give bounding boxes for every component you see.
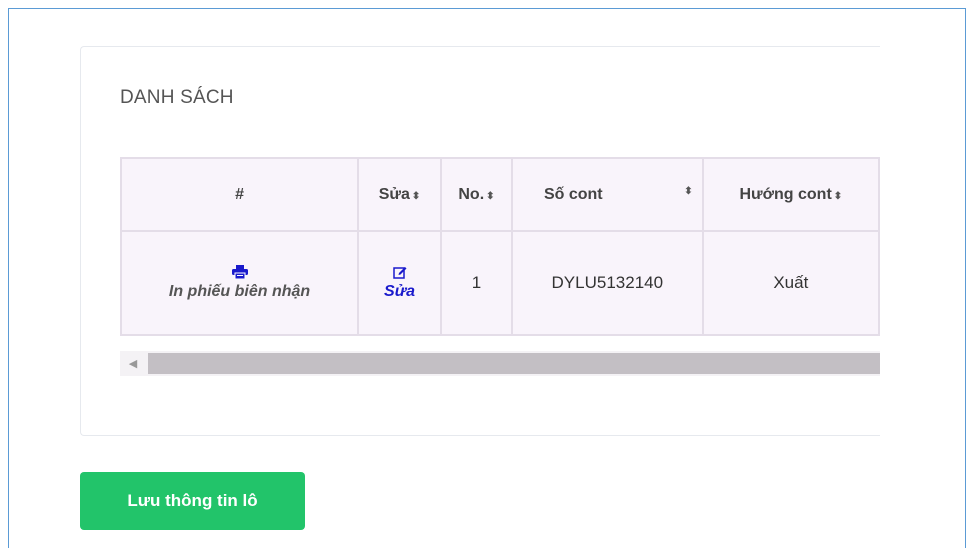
column-header-hash[interactable]: # bbox=[119, 157, 360, 232]
column-header-edit[interactable]: Sửa ⬍ bbox=[357, 157, 442, 232]
list-panel: DANH SÁCH # Sửa ⬍ No. ⬍ Số cont ⬍ Hướng … bbox=[80, 46, 880, 436]
panel-title: DANH SÁCH bbox=[120, 87, 234, 108]
table-row: In phiếu biên nhận Sửa 1 DYLU5132140 Xuấ… bbox=[119, 230, 880, 336]
column-header-label: Sửa bbox=[378, 185, 410, 203]
container-number-cell: DYLU5132140 bbox=[510, 230, 704, 336]
column-header-label: # bbox=[235, 185, 244, 203]
column-header-label: No. bbox=[458, 185, 485, 203]
print-receipt-link[interactable]: In phiếu biên nhận bbox=[123, 265, 356, 301]
column-header-label: Số cont bbox=[543, 185, 603, 203]
sort-icon[interactable]: ⬍ bbox=[684, 186, 692, 204]
print-cell: In phiếu biên nhận bbox=[119, 230, 360, 336]
column-header-container-number[interactable]: Số cont ⬍ bbox=[510, 157, 704, 232]
data-table: # Sửa ⬍ No. ⬍ Số cont ⬍ Hướng cont ⬍ In … bbox=[119, 157, 880, 336]
print-icon[interactable] bbox=[231, 265, 248, 279]
edit-icon[interactable] bbox=[392, 265, 407, 279]
column-header-label: Hướng cont bbox=[739, 185, 832, 203]
horizontal-scrollbar[interactable]: ◀ bbox=[120, 351, 880, 376]
column-header-container-direction[interactable]: Hướng cont ⬍ bbox=[701, 157, 880, 232]
sort-icon[interactable]: ⬍ bbox=[412, 191, 420, 202]
sort-icon[interactable]: ⬍ bbox=[486, 191, 494, 202]
column-header-no[interactable]: No. ⬍ bbox=[439, 157, 513, 232]
container-direction-cell: Xuất bbox=[701, 230, 880, 336]
edit-link[interactable]: Sửa bbox=[360, 265, 439, 301]
scrollbar-thumb[interactable] bbox=[148, 353, 880, 374]
table-header-row: # Sửa ⬍ No. ⬍ Số cont ⬍ Hướng cont ⬍ bbox=[119, 157, 880, 232]
edit-cell: Sửa bbox=[357, 230, 442, 336]
no-cell: 1 bbox=[439, 230, 513, 336]
edit-label: Sửa bbox=[384, 283, 416, 300]
save-batch-button[interactable]: Lưu thông tin lô bbox=[80, 472, 305, 530]
chevron-left-icon[interactable]: ◀ bbox=[120, 351, 146, 376]
print-receipt-label: In phiếu biên nhận bbox=[168, 283, 311, 300]
sort-icon[interactable]: ⬍ bbox=[834, 191, 842, 202]
